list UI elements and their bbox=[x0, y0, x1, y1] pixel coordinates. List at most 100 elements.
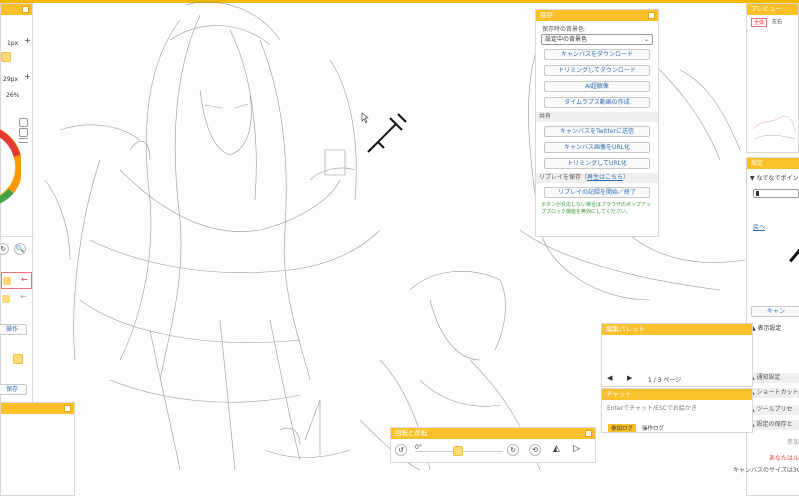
chevron-down-icon: ⌄ bbox=[643, 36, 649, 43]
notify-settings-label: 通知設定 bbox=[756, 374, 781, 381]
chat-input[interactable]: Enterでチャット/ESCでお絵かき bbox=[607, 404, 747, 414]
bottom-left-panel bbox=[0, 402, 75, 496]
save-button[interactable]: 保存 bbox=[0, 384, 27, 395]
close-icon[interactable] bbox=[648, 12, 655, 19]
size-plus-button[interactable]: + bbox=[24, 36, 31, 45]
angle-value: 0° bbox=[415, 444, 422, 451]
layer-swatch bbox=[3, 277, 11, 285]
download-canvas-button[interactable]: キャンバスをダウンロード bbox=[544, 49, 650, 60]
arrow-left-icon[interactable]: ← bbox=[21, 275, 28, 284]
notify-settings-item[interactable]: ▲ 通知設定 bbox=[747, 373, 799, 383]
replay-record-button[interactable]: リプレイの記録を開始／終了 bbox=[544, 187, 650, 198]
replay-title: リプレイを保存 bbox=[539, 174, 582, 181]
save-settings-label: 設定の保存と bbox=[756, 421, 793, 428]
grid-icon[interactable] bbox=[19, 128, 28, 137]
preview-header[interactable]: プレビュー bbox=[747, 4, 798, 15]
edit-palette-title: 編集パレット bbox=[606, 325, 645, 333]
bottom-left-header bbox=[1, 403, 74, 414]
layer-opacity-thumb[interactable] bbox=[13, 354, 23, 364]
nadenade-section: ▼ なでなでポイン bbox=[750, 173, 799, 182]
shortcut-item[interactable]: ▲ ショートカット bbox=[747, 388, 799, 398]
save-settings-item[interactable]: ▲ 設定の保存と bbox=[747, 420, 799, 430]
settings-panel: 設定 ▼ なでなでポイン 戻へ キャン ▲ 表示設定 ▲ 通知設定 ▲ ショート… bbox=[746, 157, 799, 496]
list-icon[interactable] bbox=[19, 138, 28, 143]
send-twitter-button[interactable]: キャンバスをTwitterに送信 bbox=[544, 126, 650, 137]
preview-thumbnail[interactable] bbox=[751, 99, 797, 145]
layer-swatch bbox=[2, 295, 10, 303]
tab-left-right[interactable]: 左右 bbox=[770, 18, 784, 27]
layer-row-active[interactable]: ← bbox=[1, 272, 32, 289]
layer-row[interactable]: ← bbox=[1, 292, 32, 306]
settings-title: 設定 bbox=[751, 160, 764, 167]
divider bbox=[1, 236, 34, 237]
next-page-button[interactable]: ▶ bbox=[627, 374, 632, 382]
close-icon[interactable] bbox=[22, 6, 29, 13]
chat-panel: チャット Enterでチャット/ESCでお絵かき 参加ログ 操作ログ bbox=[601, 388, 753, 433]
replay-link[interactable]: 再生はこちら bbox=[587, 174, 623, 181]
nadenade-label: なでなでポイン bbox=[756, 175, 799, 182]
pen-icon bbox=[789, 246, 799, 263]
tab-join-log[interactable]: 参加ログ bbox=[608, 424, 637, 432]
cancel-button[interactable]: キャン bbox=[751, 306, 799, 317]
brush-size-slider-thumb[interactable] bbox=[1, 52, 11, 62]
rotate-left-icon[interactable]: ↺ bbox=[395, 444, 407, 456]
opacity-value: 26% bbox=[6, 92, 20, 99]
slider-thumb[interactable] bbox=[756, 191, 759, 196]
participants-text: 参加 bbox=[787, 439, 799, 446]
reset-rotation-icon[interactable]: ⟲ bbox=[529, 444, 541, 456]
display-settings-item[interactable]: ▲ 表示設定 bbox=[751, 323, 782, 332]
operation-button[interactable]: 操作 bbox=[0, 324, 27, 335]
share-section-title: 共有 bbox=[536, 112, 658, 122]
tool-preset-item[interactable]: ▲ ツールプリセ bbox=[747, 405, 799, 415]
bg-color-select[interactable]: 設定中の背景色 ⌄ bbox=[541, 34, 653, 45]
brush-size-value: 1px bbox=[7, 40, 19, 47]
chat-title: チャット bbox=[606, 390, 632, 398]
rotate-header[interactable]: 回転と反転 bbox=[391, 428, 595, 439]
popup-note: ボタンが反応しない場合はブラウザのポップアップブロック機能を無効にしてください。 bbox=[541, 202, 652, 215]
trim-url-button[interactable]: トリミングしてURL化 bbox=[544, 158, 650, 169]
page-indicator: 1 / 3 ページ bbox=[648, 377, 682, 384]
flip-vertical-icon[interactable]: ▷ bbox=[573, 444, 580, 454]
rotate-flip-panel: 回転と反転 ↺ 0° ↻ ⟲ ◭ ▷ bbox=[390, 427, 596, 463]
arrow-left-icon[interactable]: ← bbox=[20, 292, 27, 301]
timelapse-button[interactable]: タイムラプス動画の作成 bbox=[544, 97, 650, 108]
rotate-right-icon[interactable]: ↻ bbox=[507, 444, 519, 456]
save-panel-title: 保存 bbox=[540, 11, 553, 19]
preview-panel: プレビュー 全体 左右 bbox=[746, 3, 799, 153]
close-icon[interactable] bbox=[64, 405, 71, 412]
zoom-icon[interactable]: 🔍 bbox=[14, 243, 26, 255]
left-tool-panel: 1px + 29px + 26% ↻ 🔍 ← ← 操作 保存 🐦 bbox=[0, 3, 34, 413]
app-stage: 1px + 29px + 26% ↻ 🔍 ← ← 操作 保存 🐦 bbox=[0, 0, 799, 496]
back-link[interactable]: 戻へ bbox=[753, 222, 765, 231]
tab-operation-log[interactable]: 操作ログ bbox=[639, 424, 667, 432]
color-wheel[interactable] bbox=[0, 116, 21, 216]
display-settings-label: 表示設定 bbox=[757, 325, 782, 332]
edit-palette-header[interactable]: 編集パレット bbox=[602, 324, 752, 335]
prev-page-button[interactable]: ◀ bbox=[607, 374, 612, 382]
close-icon[interactable] bbox=[585, 430, 592, 437]
canvas-url-button[interactable]: キャンバス画像をURL化 bbox=[544, 142, 650, 153]
syringe-cursor bbox=[367, 113, 407, 153]
you-are-text: あなたはル bbox=[769, 455, 799, 462]
nadenade-slider[interactable] bbox=[753, 189, 799, 198]
second-size-value: 29px bbox=[3, 76, 18, 83]
rotate-icon[interactable]: ↻ bbox=[0, 243, 9, 255]
shortcut-label: ショートカット bbox=[756, 389, 799, 396]
canvas-size-text: キャンバスのサイズは3C bbox=[733, 467, 799, 474]
rotate-title: 回転と反転 bbox=[395, 429, 428, 437]
ai-upscale-button[interactable]: AI超解像 bbox=[544, 81, 650, 92]
rotate-slider-thumb[interactable] bbox=[453, 446, 463, 456]
chat-header[interactable]: チャット bbox=[602, 389, 752, 400]
edit-palette-panel: 編集パレット ◀ ▶ 1 / 3 ページ bbox=[601, 323, 753, 387]
bg-color-label: 保存時の背景色: bbox=[542, 26, 587, 33]
settings-header[interactable]: 設定 bbox=[747, 158, 799, 169]
flip-horizontal-icon[interactable]: ◭ bbox=[553, 444, 560, 454]
palette-icon[interactable] bbox=[19, 118, 28, 127]
bg-select-value: 設定中の背景色 bbox=[545, 36, 588, 43]
tab-whole[interactable]: 全体 bbox=[751, 18, 768, 27]
save-panel-header[interactable]: 保存 bbox=[536, 10, 658, 21]
replay-section-title: リプレイを保存（再生はこちら） bbox=[536, 173, 658, 183]
second-plus-button[interactable]: + bbox=[24, 72, 31, 81]
save-panel: 保存 保存時の背景色: 設定中の背景色 ⌄ キャンバスをダウンロード トリミング… bbox=[535, 9, 659, 237]
trim-download-button[interactable]: トリミングしてダウンロード bbox=[544, 65, 650, 76]
